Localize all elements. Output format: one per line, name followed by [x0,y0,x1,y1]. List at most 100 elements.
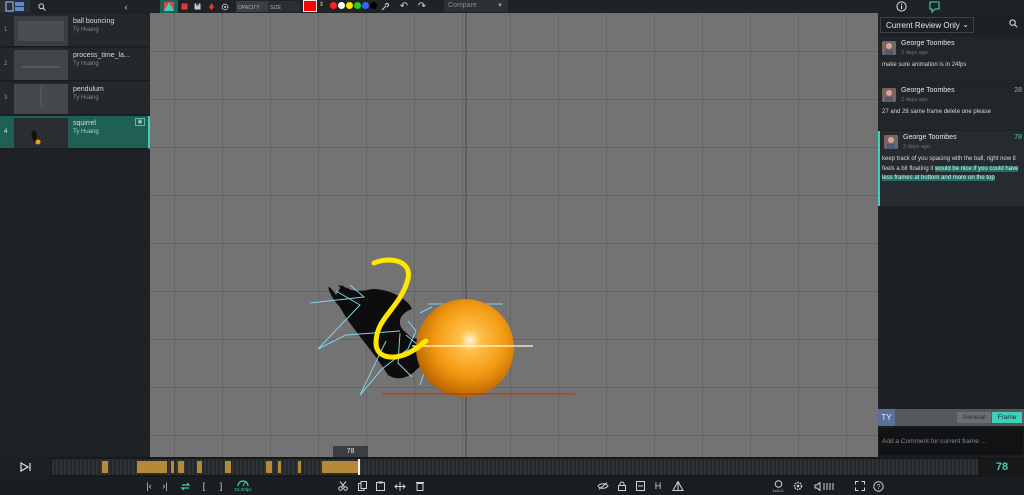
opacity-slider[interactable]: OPACITY [236,1,268,12]
svg-text:?: ? [876,484,880,491]
out-point-icon[interactable]: ] [217,479,225,493]
color-swap-icon[interactable]: ⇕ [319,1,324,11]
canvas-artwork [150,13,878,457]
playhead[interactable] [358,459,360,475]
comment-frame[interactable]: 78 [1014,134,1022,141]
undo-icon[interactable]: ↶ [398,0,410,13]
shot-item-squirrel[interactable]: 4 squirrel Ty Huang ▣ [0,116,150,149]
size-slider[interactable]: SIZE [268,1,300,12]
current-color-swatch[interactable] [303,0,317,12]
gear-icon[interactable] [219,0,231,13]
avatar [882,88,896,102]
timeline: 78 [0,457,1024,477]
shot-number: 3 [4,95,8,101]
onion-skin-icon[interactable] [671,479,685,493]
hide-icon[interactable] [596,479,610,493]
keyframe-marker[interactable] [197,461,202,473]
size-label: SIZE [270,5,282,11]
draw-tool-icon[interactable] [160,0,178,13]
comment-item[interactable]: George Toombes 2 days ago 28 27 and 28 s… [878,84,1024,130]
layout-icon[interactable] [0,0,30,13]
tab-frame[interactable]: Frame [992,412,1022,423]
keyframe-marker[interactable] [178,461,184,473]
comment-text: keep track of you spacing with the ball,… [882,155,1022,184]
flip-horizontal-button[interactable]: H [652,479,664,493]
shot-item-process-time-lapse[interactable]: 2 process_time_la... Ty Huang [0,48,150,81]
record-icon[interactable] [179,0,190,13]
compose-header: TY General Frame [878,409,1024,426]
cut-icon[interactable] [337,479,349,493]
shot-title: process_time_la... [73,52,130,59]
keyframe-marker[interactable] [266,461,272,473]
timeline-track[interactable] [52,459,978,475]
review-bubble-icon[interactable] [926,0,942,13]
comment-input[interactable] [879,428,1023,455]
palette-swatch[interactable] [330,2,337,9]
keyframe-marker[interactable] [225,461,231,473]
zoom-icon [774,479,782,488]
go-to-end-icon[interactable]: ›| [160,479,170,493]
zoom-control[interactable]: 1x/1.0 [770,479,786,493]
drawing-canvas[interactable] [150,13,878,457]
fullscreen-icon[interactable] [853,479,867,493]
play-button[interactable] [0,457,51,477]
comment-item[interactable]: George Toombes 2 days ago make sure anim… [878,37,1024,83]
copy-icon[interactable] [356,479,368,493]
opacity-label: OPACITY [238,5,260,11]
palette-swatch[interactable] [338,2,345,9]
shot-number: 2 [4,61,8,67]
settings-gear-icon[interactable] [791,479,805,493]
move-frames-icon[interactable] [393,479,407,493]
palette-swatch[interactable] [346,2,353,9]
go-to-start-icon[interactable]: |‹ [144,479,154,493]
fps-control[interactable]: 24.00fps [230,479,256,493]
keyframe-marker[interactable] [137,461,167,473]
current-frame-number: 78 [995,461,1009,473]
keyframe-marker[interactable] [171,461,174,473]
volume-icon[interactable] [813,479,839,493]
keyframe-marker[interactable] [298,461,301,473]
compare-label: Compare [448,2,477,9]
shot-title: ball bouncing [73,18,115,25]
palette-swatch[interactable] [354,2,361,9]
comment-item-active[interactable]: George Toombes 2 days ago 78 keep track … [878,131,1024,206]
paste-icon[interactable] [374,479,386,493]
tab-general[interactable]: General [957,412,991,423]
palette-swatch[interactable] [362,2,369,9]
info-icon[interactable] [893,0,909,13]
comment-author: George Toombes [901,40,955,47]
frame-range-icon[interactable] [634,479,646,493]
shot-item-ball-bouncing[interactable]: 1 ball bouncing Ty Huang [0,14,150,47]
speed-gauge-icon [237,480,249,487]
search-icon[interactable] [34,0,50,13]
eyedropper-icon[interactable] [379,0,391,13]
comment-text: make sure animation is in 24fps [882,62,967,68]
comment-compose: TY General Frame [878,409,1024,456]
review-header: Current Review Only ⌄ [878,13,1024,37]
keyframe-marker[interactable] [278,461,281,473]
collapse-panel-icon[interactable]: ‹ [120,0,132,13]
trash-icon[interactable] [414,479,426,493]
shot-item-pendulum[interactable]: 3 pendulum Ty Huang [0,82,150,115]
user-avatar: TY [878,409,895,426]
in-point-icon[interactable]: [ [200,479,208,493]
redo-icon[interactable]: ↷ [416,0,428,13]
playhead-frame-badge: 78 [333,446,368,457]
keyframe-marker[interactable] [102,461,108,473]
search-icon[interactable] [1009,19,1018,30]
zoom-label: 1x/1.0 [772,487,784,493]
comment-frame[interactable]: 28 [1014,87,1022,94]
review-filter-dropdown[interactable]: Current Review Only ⌄ [880,17,974,33]
compare-dropdown[interactable]: Compare ▼ [444,0,508,12]
review-panel: Current Review Only ⌄ George Toombes 2 d… [878,13,1024,457]
shot-title: squirrel [73,120,96,127]
marker-icon[interactable] [206,0,216,13]
save-icon[interactable] [192,0,203,13]
comment-time: 2 days ago [901,50,928,56]
palette-swatch[interactable] [370,2,377,9]
lock-icon[interactable] [616,479,628,493]
loop-icon[interactable] [178,479,192,493]
keyframe-marker[interactable] [322,461,360,473]
help-icon[interactable]: ? [871,479,885,493]
shot-title: pendulum [73,86,104,93]
